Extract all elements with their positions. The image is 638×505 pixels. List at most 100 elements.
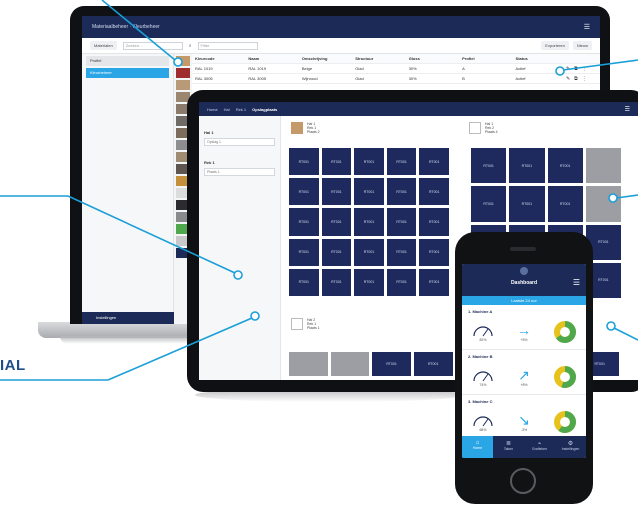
table-row[interactable]: RAL 1019 RAL 1019 Beige Glad 30% A Actie… <box>192 64 600 74</box>
storage-location-cell[interactable]: RT001 <box>419 148 449 176</box>
copy-icon[interactable]: ⧉ <box>574 66 578 72</box>
column-header[interactable]: Structuur <box>352 56 405 61</box>
dashboard-section[interactable]: 1. Machine A 82% → +5% <box>462 305 586 350</box>
storage-location-cell[interactable] <box>289 352 328 376</box>
storage-location-cell[interactable]: RT001 <box>413 352 453 376</box>
storage-location-cell[interactable]: RT001 <box>419 238 449 266</box>
donut-chart-icon <box>554 321 576 343</box>
gauge-value: 82% <box>479 337 487 342</box>
storage-location-cell[interactable]: RT001 <box>509 186 545 222</box>
storage-location-cell[interactable]: RT001 <box>289 238 319 266</box>
storage-location-cell[interactable]: RT001 <box>419 208 449 236</box>
storage-location-cell[interactable]: RT001 <box>354 268 384 296</box>
phone-home-button[interactable] <box>510 468 536 494</box>
storage-location-cell[interactable]: RT001 <box>386 268 417 296</box>
storage-location-cell[interactable] <box>330 352 370 376</box>
column-header[interactable]: Kleurcode <box>192 56 245 61</box>
gauge-icon <box>473 325 493 336</box>
storage-location-cell[interactable]: RT001 <box>321 268 352 296</box>
table-cell: RAL 3005 <box>195 76 213 81</box>
storage-location-cell[interactable]: RT001 <box>471 148 507 184</box>
copy-icon[interactable]: ⧉ <box>574 76 578 82</box>
storage-location-cell[interactable]: RT001 <box>289 268 319 296</box>
column-header[interactable]: Gloss <box>406 56 459 61</box>
sidebar-settings-button[interactable]: Instellingen <box>82 312 174 324</box>
column-header[interactable]: Profiel <box>459 56 512 61</box>
storage-location-cell[interactable]: RT001 <box>354 208 384 236</box>
dashboard-section[interactable]: 3. Machine C 68% ↘ -3% <box>462 395 586 440</box>
storage-location-cell[interactable]: RT001 <box>372 352 411 376</box>
storage-location-cell[interactable]: RT001 <box>321 238 352 266</box>
table-row[interactable]: RAL 3005 RAL 3005 Wijnrood Glad 30% B Ac… <box>192 74 600 84</box>
storage-location-cell[interactable]: RT001 <box>321 148 352 176</box>
storage-location-cell[interactable]: RT001 <box>354 238 384 266</box>
storage-location-cell[interactable]: RT001 <box>419 178 449 206</box>
storage-location-cell[interactable] <box>585 186 621 222</box>
donut-metric <box>550 366 580 388</box>
storage-location-cell[interactable]: RT001 <box>471 186 507 222</box>
storage-location-cell[interactable] <box>585 148 621 184</box>
table-header: Kleurcode Naam Omschrijving Structuur Gl… <box>192 54 600 64</box>
panel-title: Rek 1 <box>204 160 215 165</box>
color-swatch[interactable] <box>176 68 190 78</box>
storage-location-cell[interactable]: RT001 <box>354 178 384 206</box>
table-cell: Glad <box>355 76 364 81</box>
dashboard-section[interactable]: 2. Machine B 74% ↗ +8% <box>462 350 586 395</box>
period-selector[interactable]: Laatste 24 uur <box>462 296 586 305</box>
storage-location-cell[interactable]: RT001 <box>386 238 417 266</box>
storage-location-cell[interactable]: RT001 <box>354 148 384 176</box>
hamburger-icon[interactable]: ☰ <box>573 278 580 287</box>
more-icon[interactable]: ⋮ <box>582 76 587 82</box>
column-header[interactable]: Naam <box>245 56 298 61</box>
export-button[interactable]: Exporteren <box>541 41 569 50</box>
trend-value: +8% <box>520 382 528 387</box>
laptop-toolbar: Materialen Zoeken… ⌕ Filter Exporteren N… <box>82 38 600 54</box>
more-icon[interactable]: ⋮ <box>582 66 587 72</box>
gauge-icon <box>473 415 493 426</box>
panel-select[interactable]: Plaats 1 <box>204 168 275 176</box>
storage-location-cell[interactable]: RT001 <box>289 178 319 206</box>
storage-location-cell[interactable]: RT001 <box>289 148 319 176</box>
materials-button[interactable]: Materialen <box>90 41 117 50</box>
storage-location-cell[interactable]: RT001 <box>547 148 583 184</box>
search-input[interactable]: Zoeken… <box>122 41 183 50</box>
gauge-metric: 74% <box>468 368 498 387</box>
breadcrumb-current: Opslagplaats <box>252 106 278 112</box>
panel-select[interactable]: Opslag 1 <box>204 138 275 146</box>
nav-item-home[interactable]: ⌂ Home <box>462 436 493 458</box>
nav-item-list[interactable]: ≣ Taken <box>493 436 524 458</box>
storage-location-cell[interactable]: RT001 <box>386 208 417 236</box>
storage-grid: RT001 RT001 RT001 RT001 RT001 RT001 RT001 RT001… <box>289 148 449 296</box>
table-cell: Actief <box>515 76 526 81</box>
storage-location-cell[interactable]: RT001 <box>289 208 319 236</box>
storage-location-cell[interactable]: RT001 <box>419 268 449 296</box>
sidebar-item-profile[interactable]: Profiel <box>86 56 169 66</box>
nav-item-settings[interactable]: ⚙ Instellingen <box>555 436 586 458</box>
storage-location-cell[interactable]: RT001 <box>321 178 352 206</box>
color-swatch[interactable] <box>176 56 190 66</box>
edit-icon[interactable]: ✎ <box>566 76 570 82</box>
nav-item-chart[interactable]: ⌁ Grafieken <box>524 436 555 458</box>
column-header[interactable]: Status <box>513 56 566 61</box>
storage-location-cell[interactable]: RT001 <box>386 148 417 176</box>
search-icon[interactable]: ⌕ <box>189 43 192 49</box>
breadcrumb-item[interactable]: Hal <box>224 107 230 112</box>
filter-input[interactable]: Filter <box>197 41 258 50</box>
hamburger-icon[interactable]: ☰ <box>584 23 590 31</box>
sidebar-item-colors[interactable]: Kleurbeheer <box>86 68 169 78</box>
breadcrumb-item[interactable]: Rek 1 <box>236 107 246 112</box>
storage-location-cell[interactable]: RT001 <box>321 208 352 236</box>
storage-location-cell[interactable]: RT001 <box>509 148 545 184</box>
breadcrumb-item[interactable]: Home <box>207 107 218 112</box>
new-button[interactable]: Nieuw <box>572 41 592 50</box>
hamburger-icon[interactable]: ☰ <box>625 106 630 113</box>
color-swatch[interactable] <box>176 80 190 90</box>
location-info: Hal 1 Rek 1 Plaats 2 <box>291 122 320 134</box>
edit-icon[interactable]: ✎ <box>566 66 570 72</box>
storage-location-cell[interactable]: RT001 <box>386 178 417 206</box>
table-cell: A <box>462 66 465 71</box>
gauge-metric: 68% <box>468 413 498 432</box>
column-header[interactable]: Omschrijving <box>299 56 352 61</box>
trend-metric: ↗ +8% <box>509 368 539 387</box>
storage-location-cell[interactable]: RT001 <box>547 186 583 222</box>
